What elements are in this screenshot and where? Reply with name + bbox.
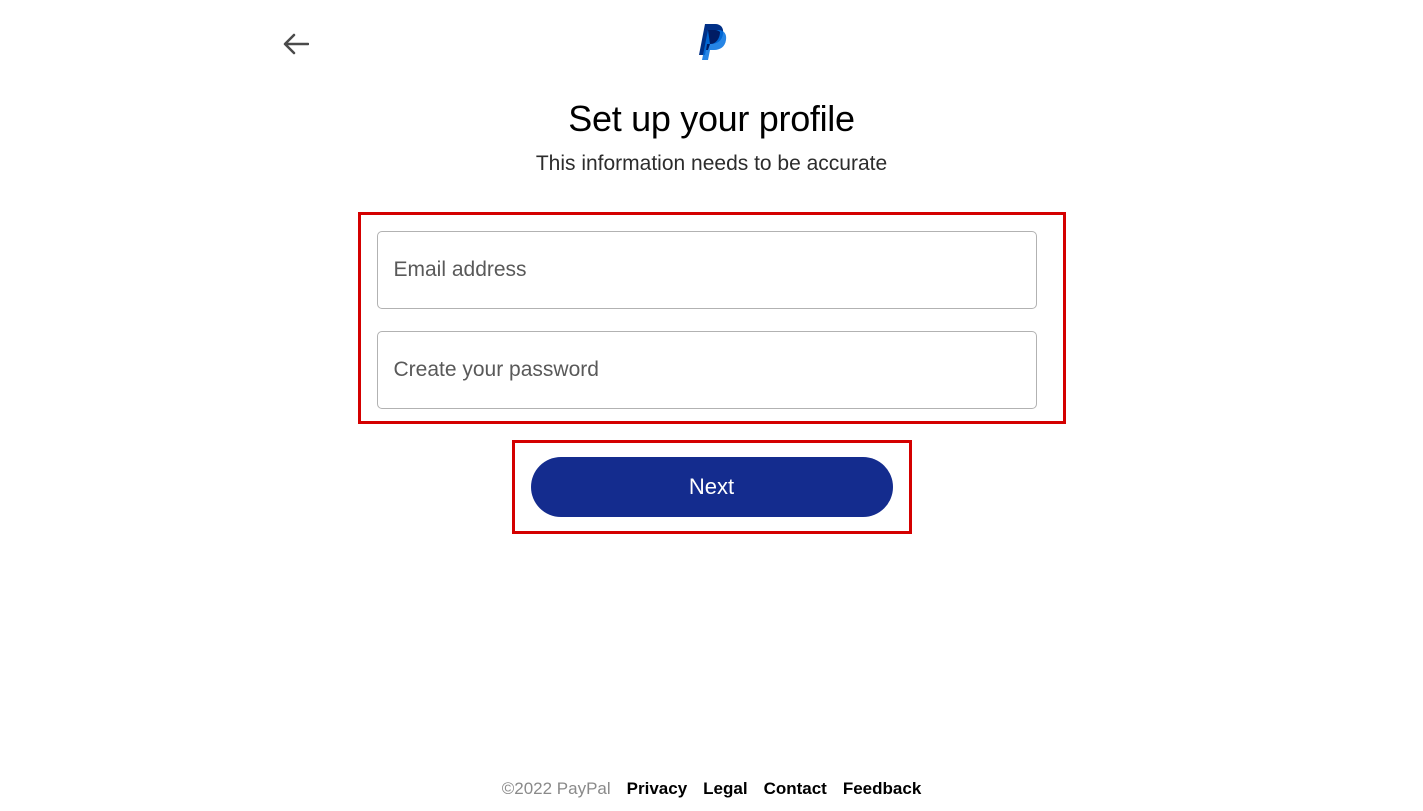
email-field[interactable] (377, 231, 1037, 309)
page-subtitle: This information needs to be accurate (352, 152, 1072, 176)
footer-link-privacy[interactable]: Privacy (627, 779, 688, 799)
next-button[interactable]: Next (531, 457, 893, 517)
back-button[interactable] (282, 30, 310, 58)
copyright-text: ©2022 PayPal (502, 779, 611, 799)
footer-link-legal[interactable]: Legal (703, 779, 747, 799)
paypal-logo (697, 22, 727, 65)
arrow-left-icon (283, 33, 309, 55)
button-highlight-box: Next (512, 440, 912, 534)
password-field[interactable] (377, 331, 1037, 409)
footer-link-feedback[interactable]: Feedback (843, 779, 921, 799)
footer: ©2022 PayPal Privacy Legal Contact Feedb… (502, 779, 922, 799)
inputs-highlight-box (358, 212, 1066, 424)
page-title: Set up your profile (352, 98, 1072, 140)
footer-link-contact[interactable]: Contact (764, 779, 827, 799)
